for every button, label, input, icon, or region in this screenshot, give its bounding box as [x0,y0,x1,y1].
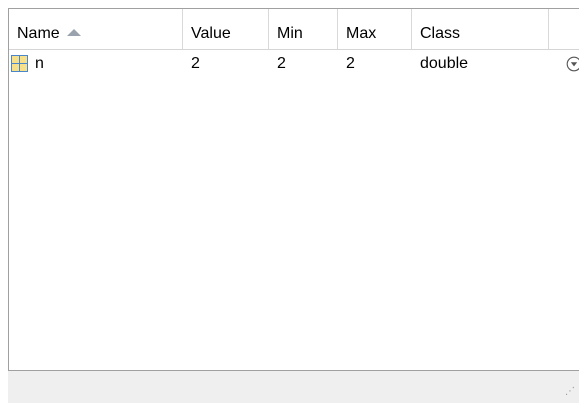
column-header-min-label: Min [277,25,303,42]
row-max-cell: 2 [346,55,355,72]
column-header-min[interactable]: Min [269,9,338,49]
table-row[interactable]: n 2 2 2 double [9,50,579,78]
column-header-max[interactable]: Max [338,9,412,49]
dropdown-circle-icon[interactable] [566,56,579,72]
column-header-value-label: Value [191,25,231,42]
workspace-panel: Name Value Min Max Class n 2 2 2 double [8,8,579,371]
table-header: Name Value Min Max Class [9,9,579,50]
column-header-value[interactable]: Value [183,9,269,49]
row-name-cell[interactable]: n [27,50,44,78]
status-bar: ⋰ [8,371,579,403]
column-header-name-label: Name [17,25,60,42]
column-header-extra [549,9,579,49]
sort-ascending-icon [66,29,81,36]
resize-grip-icon[interactable]: ⋰ [565,387,575,397]
column-header-class[interactable]: Class [412,9,549,49]
row-class-cell: double [420,55,469,72]
row-min-cell: 2 [277,55,286,72]
matrix-variable-icon [11,55,28,72]
column-header-name[interactable]: Name [9,9,183,49]
column-header-class-label: Class [420,25,461,42]
column-header-max-label: Max [346,25,377,42]
row-value-cell[interactable]: 2 [183,50,200,78]
